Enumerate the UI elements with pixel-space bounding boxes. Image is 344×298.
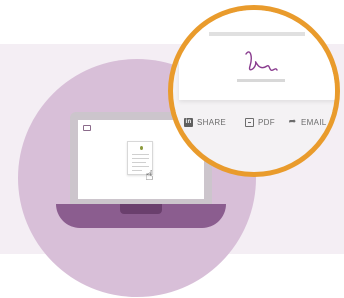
hand-cursor-icon: ☝ bbox=[145, 168, 154, 184]
email-label: EMAIL bbox=[301, 117, 327, 127]
document-line bbox=[132, 170, 142, 171]
illustration: ☝ in SHARE PDF ➦ EMAIL bbox=[0, 0, 344, 298]
linkedin-icon: in bbox=[184, 117, 193, 127]
document-line bbox=[132, 166, 149, 167]
document-line bbox=[132, 158, 149, 159]
document-line bbox=[209, 32, 305, 36]
document-seal-icon bbox=[140, 146, 143, 150]
zoom-bubble: in SHARE PDF ➦ EMAIL bbox=[168, 5, 340, 177]
document-line bbox=[132, 154, 149, 155]
share-label: SHARE bbox=[197, 117, 227, 127]
share-arrow-icon: ➦ bbox=[288, 116, 297, 127]
laptop-notch bbox=[120, 204, 162, 214]
signature-line bbox=[237, 79, 285, 82]
pdf-button[interactable]: PDF bbox=[245, 114, 275, 130]
mail-icon bbox=[83, 125, 91, 131]
pdf-file-icon bbox=[245, 117, 254, 127]
email-button[interactable]: ➦ EMAIL bbox=[288, 114, 327, 130]
pdf-label: PDF bbox=[258, 117, 275, 127]
zoom-document bbox=[179, 10, 335, 100]
share-linkedin-button[interactable]: in SHARE bbox=[184, 114, 226, 130]
document-line bbox=[132, 162, 146, 163]
signature-image bbox=[245, 51, 278, 71]
